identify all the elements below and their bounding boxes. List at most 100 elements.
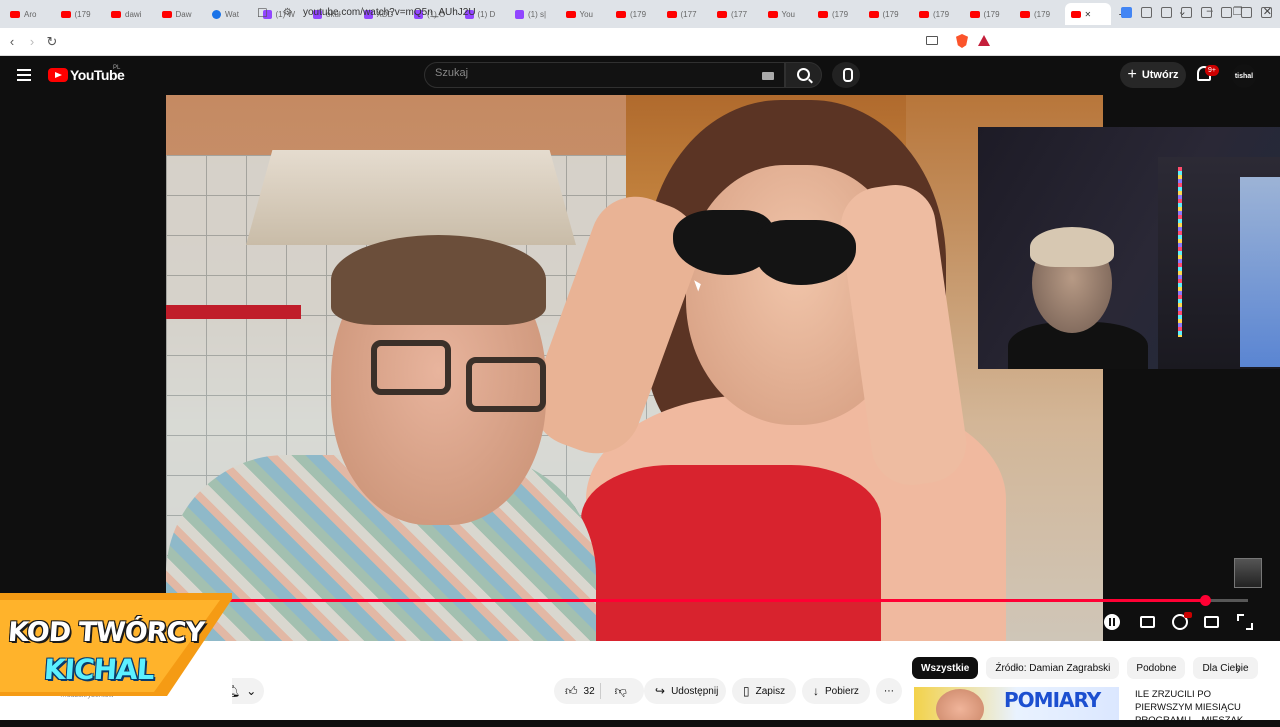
globe-icon xyxy=(212,9,221,19)
chip-source[interactable]: Źródło: Damian Zagrabski xyxy=(986,657,1120,679)
download-label: Pobierz xyxy=(825,685,859,697)
save-button[interactable]: ▯ Zapisz xyxy=(732,678,796,704)
tab-title: You xyxy=(781,9,796,19)
subtitles-icon[interactable] xyxy=(1140,616,1155,628)
site-info-icon[interactable]: ⚙ xyxy=(283,7,292,18)
back-button[interactable]: ‹ xyxy=(2,34,22,49)
tab-title: Aro xyxy=(24,9,37,19)
like-divider xyxy=(600,683,601,699)
forward-button[interactable]: › xyxy=(22,34,42,49)
youtube-icon xyxy=(1070,10,1081,18)
youtube-icon xyxy=(969,10,980,18)
tab-title: (1) D xyxy=(477,9,496,19)
browser-tab[interactable]: (179 xyxy=(55,3,106,25)
fullscreen-icon[interactable] xyxy=(1237,614,1253,630)
create-button[interactable]: + Utwórz xyxy=(1120,62,1186,88)
youtube-icon xyxy=(565,10,576,18)
browser-tab[interactable]: (1) s| xyxy=(509,3,560,25)
download-button[interactable]: ↓ Pobierz xyxy=(802,678,870,704)
download-icon: ↓ xyxy=(813,684,819,698)
wallet-icon[interactable] xyxy=(1201,7,1212,18)
browser-tab[interactable]: (179 xyxy=(1014,3,1065,25)
browser-tab[interactable]: (179 xyxy=(913,3,964,25)
hamburger-menu-icon[interactable] xyxy=(17,69,31,81)
tab-title: dawi xyxy=(125,9,142,19)
brave-rewards-icon[interactable] xyxy=(978,35,990,46)
youtube-icon xyxy=(161,10,172,18)
webcam-overlay xyxy=(978,127,1280,369)
tab-title: Wat xyxy=(225,9,239,19)
thumbs-down-icon[interactable]: 👎︎ xyxy=(615,684,627,699)
menu-icon[interactable] xyxy=(1261,7,1272,18)
media-icon[interactable] xyxy=(1161,7,1172,18)
thumbs-up-icon: 👍︎ xyxy=(565,683,578,698)
browser-tab[interactable]: (179 xyxy=(863,3,914,25)
search-button[interactable] xyxy=(785,62,822,88)
share-label: Udostępnij xyxy=(671,685,719,697)
browser-tab[interactable]: (179 xyxy=(610,3,661,25)
url-field[interactable]: youtube.com/watch?v=mQ5n_AUhJ2U xyxy=(303,7,476,18)
share-button[interactable]: ↪ Udostępnij xyxy=(644,678,726,704)
thumbnail-text: POMIARY xyxy=(1004,688,1101,712)
browser-tab[interactable]: (177 xyxy=(661,3,712,25)
search-input[interactable] xyxy=(435,67,735,79)
keyboard-icon[interactable] xyxy=(762,72,774,80)
like-button[interactable]: 👍︎ 32 👎︎ xyxy=(554,678,644,704)
chevron-down-icon: ⌄ xyxy=(246,684,257,698)
extensions-icon[interactable] xyxy=(1141,7,1152,18)
bookmark-icon: ▯ xyxy=(743,684,750,698)
translate-icon[interactable] xyxy=(1121,7,1132,18)
youtube-logo-icon[interactable] xyxy=(48,68,68,82)
search-box[interactable] xyxy=(424,62,785,88)
red-top xyxy=(581,465,881,641)
browser-tab[interactable]: (179 xyxy=(964,3,1015,25)
browser-tab[interactable]: Daw xyxy=(156,3,207,25)
tab-title: You xyxy=(579,9,594,19)
glasses-right-lens xyxy=(466,357,546,412)
chip-related[interactable]: Podobne xyxy=(1127,657,1186,679)
scrubber-handle[interactable] xyxy=(1199,595,1211,606)
browser-tab[interactable]: Aro xyxy=(4,3,55,25)
browser-tab[interactable]: You xyxy=(762,3,813,25)
bookmark-icon[interactable]: ☐ xyxy=(257,6,268,20)
chip-for-you[interactable]: Dla Ciebie xyxy=(1193,657,1258,679)
video-player[interactable] xyxy=(166,95,1103,641)
recommended-video-thumbnail[interactable]: POMIARY xyxy=(914,687,1119,720)
create-label: Utwórz xyxy=(1141,69,1179,81)
vpn-icon[interactable] xyxy=(1241,7,1252,18)
avatar[interactable]: tishal xyxy=(1232,64,1256,88)
share-icon: ↪ xyxy=(655,684,666,698)
autoplay-toggle-icon[interactable] xyxy=(1104,614,1120,630)
webcam-led-lights xyxy=(1178,167,1182,337)
youtube-icon xyxy=(111,10,121,18)
more-actions-button[interactable]: ⋯ xyxy=(876,678,902,704)
youtube-icon xyxy=(60,10,71,18)
webcam-streamer-hair xyxy=(1030,227,1114,267)
youtube-icon xyxy=(1020,10,1030,18)
range-hood xyxy=(246,150,576,245)
browser-tab[interactable]: dawi xyxy=(105,3,156,25)
tab-title: (177 xyxy=(680,9,697,19)
browser-tab[interactable]: Wat xyxy=(206,3,257,25)
miniplayer-icon[interactable] xyxy=(1204,616,1219,628)
youtube-icon xyxy=(868,10,879,18)
cast-icon[interactable] xyxy=(926,36,938,45)
browser-tab[interactable]: (179 xyxy=(812,3,863,25)
browser-tab-active[interactable]: ✕ xyxy=(1064,3,1111,25)
chevron-right-icon[interactable]: › xyxy=(1236,661,1241,677)
close-tab-icon[interactable]: ✕ xyxy=(1085,10,1092,19)
tab-title: (179 xyxy=(1034,9,1051,19)
voice-search-button[interactable] xyxy=(832,62,860,88)
sidebar-icon[interactable] xyxy=(1181,7,1192,18)
chip-all[interactable]: Wszystkie xyxy=(912,657,979,679)
recommended-video-title[interactable]: ILE ZRZUCILI PO PIERWSZYM MIESIĄCU PROGR… xyxy=(1135,688,1265,727)
leo-ai-icon[interactable] xyxy=(1221,7,1232,18)
tab-title: (179 xyxy=(983,9,1000,19)
youtube-icon xyxy=(10,10,20,18)
related-filter-chips: Wszystkie Źródło: Damian Zagrabski Podob… xyxy=(912,657,1258,679)
browser-tab[interactable]: You xyxy=(560,3,611,25)
reload-button[interactable]: ↻ xyxy=(42,34,62,50)
browser-tab[interactable]: (177 xyxy=(711,3,762,25)
tab-title: (179 xyxy=(882,9,899,19)
tab-title: Daw xyxy=(175,9,192,19)
